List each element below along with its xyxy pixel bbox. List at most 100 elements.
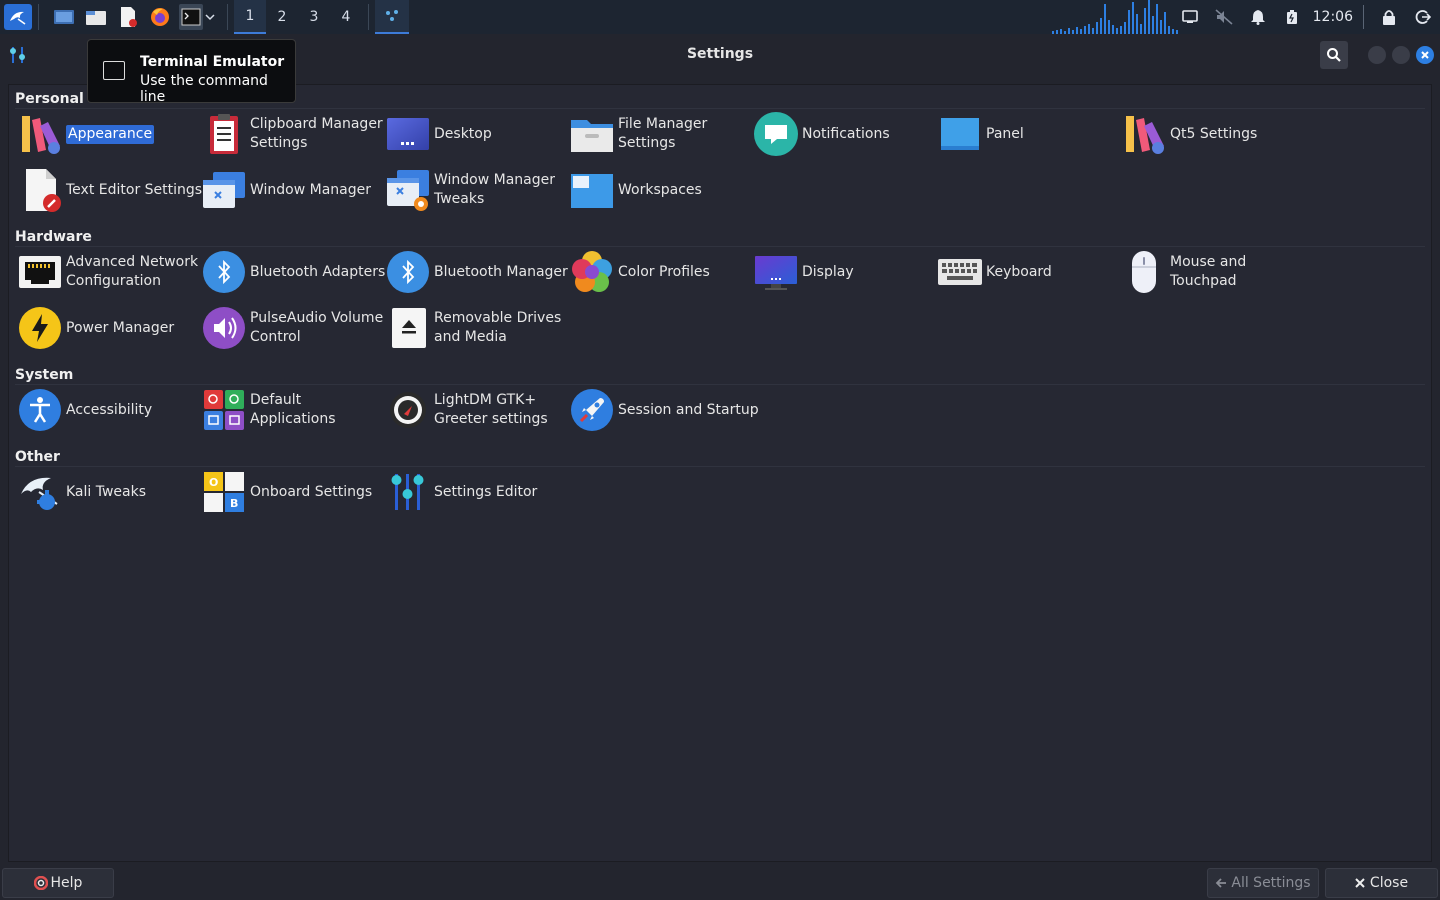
item-label: Bluetooth Adapters bbox=[250, 263, 386, 280]
network-icon bbox=[16, 248, 64, 296]
item-accessibility[interactable]: Accessibility bbox=[16, 386, 152, 434]
item-label: Panel bbox=[986, 125, 1024, 142]
onboard-icon: OB bbox=[200, 468, 248, 516]
section-other: Other bbox=[15, 449, 60, 465]
workspace-2[interactable]: 2 bbox=[266, 0, 298, 34]
workspace-3[interactable]: 3 bbox=[298, 0, 330, 34]
clock[interactable]: 12:06 bbox=[1309, 9, 1363, 25]
close-button[interactable]: Close bbox=[1325, 868, 1438, 898]
item-advanced-network[interactable]: Advanced Network Configuration bbox=[16, 248, 198, 296]
lightdm-icon bbox=[384, 386, 432, 434]
item-keyboard[interactable]: Keyboard bbox=[936, 248, 1052, 296]
workspace-4[interactable]: 4 bbox=[330, 0, 362, 34]
item-file-manager[interactable]: File Manager Settings bbox=[568, 110, 707, 158]
item-bluetooth-manager[interactable]: Bluetooth Manager bbox=[384, 248, 568, 296]
item-settings-editor[interactable]: Settings Editor bbox=[384, 468, 537, 516]
item-label: LightDM GTK+ Greeter settings bbox=[434, 392, 548, 427]
show-desktop-icon[interactable] bbox=[51, 4, 77, 30]
item-session-startup[interactable]: Session and Startup bbox=[568, 386, 759, 434]
item-label: File Manager Settings bbox=[618, 116, 708, 151]
file-manager-icon bbox=[568, 110, 616, 158]
item-appearance[interactable]: Appearance bbox=[16, 110, 155, 158]
text-editor-icon[interactable] bbox=[115, 4, 141, 30]
item-text-editor[interactable]: Text Editor Settings bbox=[16, 166, 202, 214]
item-lightdm[interactable]: LightDM GTK+ Greeter settings bbox=[384, 386, 548, 434]
logout-icon[interactable] bbox=[1406, 0, 1440, 34]
text-editor-settings-icon bbox=[16, 166, 64, 214]
item-label: Text Editor Settings bbox=[66, 181, 203, 198]
mouse-icon bbox=[1120, 248, 1168, 296]
item-label: Default Applications bbox=[250, 392, 336, 427]
item-default-applications[interactable]: Default Applications bbox=[200, 386, 336, 434]
item-kali-tweaks[interactable]: Kali Tweaks bbox=[16, 468, 146, 516]
notification-bell-icon[interactable] bbox=[1241, 0, 1275, 34]
appearance-icon bbox=[16, 110, 64, 158]
terminal-icon[interactable] bbox=[179, 4, 203, 30]
desktop-icon bbox=[384, 110, 432, 158]
help-button[interactable]: Help bbox=[2, 868, 114, 898]
item-label: Clipboard Manager Settings bbox=[250, 116, 383, 151]
item-onboard-settings[interactable]: OB Onboard Settings bbox=[200, 468, 372, 516]
rocket-icon bbox=[568, 386, 616, 434]
power-icon bbox=[16, 304, 64, 352]
file-manager-icon[interactable] bbox=[83, 4, 109, 30]
color-profiles-icon bbox=[568, 248, 616, 296]
maximize-button[interactable] bbox=[1392, 46, 1410, 64]
battery-icon[interactable] bbox=[1275, 0, 1309, 34]
kali-menu-icon[interactable] bbox=[4, 4, 32, 30]
workspace-1[interactable]: 1 bbox=[234, 0, 266, 34]
item-wm-tweaks[interactable]: Window Manager Tweaks bbox=[384, 166, 555, 214]
wm-tweaks-icon bbox=[384, 166, 432, 214]
item-mouse-touchpad[interactable]: Mouse and Touchpad bbox=[1120, 248, 1246, 296]
kali-dragon-icon bbox=[16, 468, 64, 516]
bluetooth-icon bbox=[200, 248, 248, 296]
volume-icon bbox=[200, 304, 248, 352]
panel-icon bbox=[936, 110, 984, 158]
search-icon bbox=[1327, 48, 1341, 62]
window-close-button[interactable] bbox=[1416, 46, 1434, 64]
all-settings-button[interactable]: All Settings bbox=[1207, 868, 1319, 898]
item-color-profiles[interactable]: Color Profiles bbox=[568, 248, 710, 296]
item-label: Display bbox=[802, 263, 854, 280]
item-desktop[interactable]: Desktop bbox=[384, 110, 492, 158]
display-icon[interactable] bbox=[1173, 0, 1207, 34]
item-label: Settings Editor bbox=[434, 483, 538, 500]
item-label: Accessibility bbox=[66, 401, 153, 418]
section-system: System bbox=[15, 367, 74, 383]
item-label: Workspaces bbox=[618, 181, 702, 198]
section-personal: Personal bbox=[15, 91, 84, 107]
item-pulseaudio[interactable]: PulseAudio Volume Control bbox=[200, 304, 383, 352]
notifications-icon bbox=[752, 110, 800, 158]
chevron-down-icon[interactable] bbox=[203, 0, 217, 34]
item-panel[interactable]: Panel bbox=[936, 110, 1024, 158]
item-notifications[interactable]: Notifications bbox=[752, 110, 890, 158]
item-display[interactable]: Display bbox=[752, 248, 854, 296]
settings-editor-icon bbox=[384, 468, 432, 516]
item-label: Notifications bbox=[802, 125, 890, 142]
item-workspaces[interactable]: Workspaces bbox=[568, 166, 702, 214]
minimize-button[interactable] bbox=[1368, 46, 1386, 64]
settings-task-button[interactable] bbox=[375, 0, 409, 34]
item-removable-drives[interactable]: Removable Drives and Media bbox=[384, 304, 561, 352]
item-label: Color Profiles bbox=[618, 263, 710, 280]
lock-icon[interactable] bbox=[1372, 0, 1406, 34]
item-label: Keyboard bbox=[986, 263, 1052, 280]
close-icon bbox=[1355, 878, 1365, 888]
item-power-manager[interactable]: Power Manager bbox=[16, 304, 174, 352]
item-label: Appearance bbox=[66, 124, 155, 144]
firefox-icon[interactable] bbox=[147, 4, 173, 30]
bottom-bar: Help All Settings Close bbox=[0, 864, 1440, 900]
item-bluetooth-adapters[interactable]: Bluetooth Adapters bbox=[200, 248, 385, 296]
item-clipboard-manager[interactable]: Clipboard Manager Settings bbox=[200, 110, 383, 158]
item-label: Desktop bbox=[434, 125, 492, 142]
item-label: Mouse and Touchpad bbox=[1170, 254, 1247, 289]
item-window-manager[interactable]: Window Manager bbox=[200, 166, 371, 214]
item-qt5-settings[interactable]: Qt5 Settings bbox=[1120, 110, 1257, 158]
volume-muted-icon[interactable] bbox=[1207, 0, 1241, 34]
search-button[interactable] bbox=[1320, 41, 1348, 69]
taskbar: 1 2 3 4 12:06 bbox=[0, 0, 1440, 34]
tooltip-subtitle: Use the command line bbox=[140, 73, 268, 105]
item-label: Power Manager bbox=[66, 319, 175, 336]
window-manager-icon bbox=[200, 166, 248, 214]
accessibility-icon bbox=[16, 386, 64, 434]
